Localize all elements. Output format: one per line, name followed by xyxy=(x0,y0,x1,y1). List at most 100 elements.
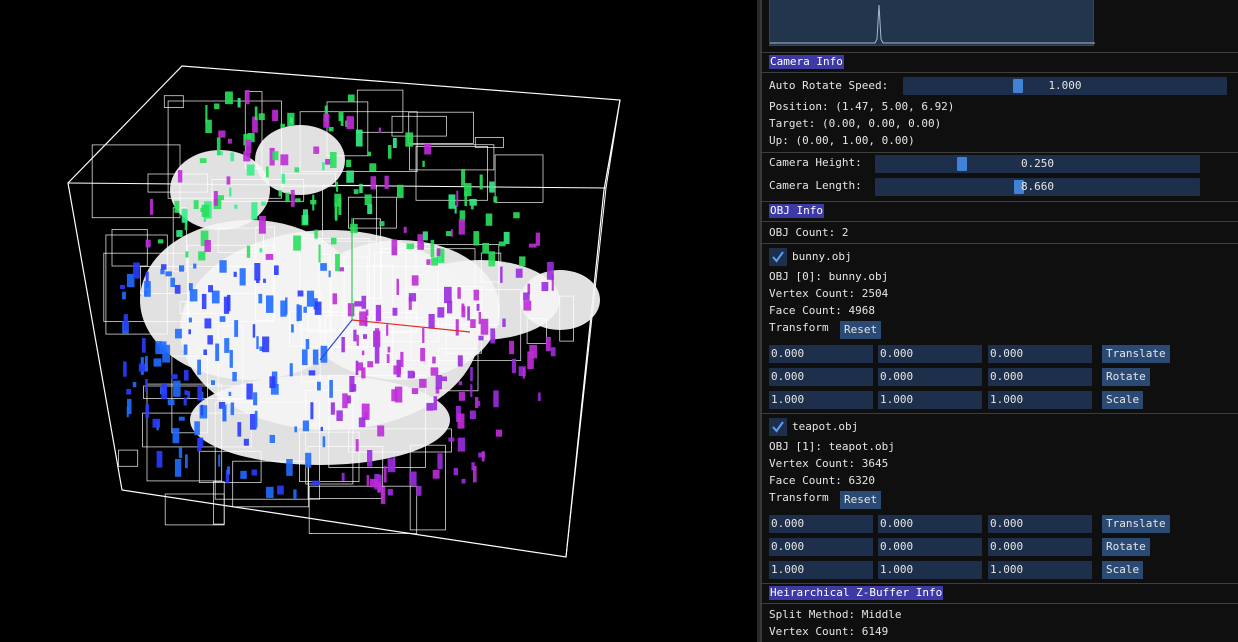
translate-x-input[interactable]: 0.000 xyxy=(769,515,873,533)
mesh-fragment xyxy=(133,262,140,279)
mesh-fragment xyxy=(243,438,249,446)
scale-button[interactable]: Scale xyxy=(1102,561,1144,579)
mesh-fragment xyxy=(193,263,197,269)
bunny-visible-checkbox[interactable] xyxy=(769,248,787,266)
bounding-box-edge xyxy=(67,99,621,189)
mesh-fragment xyxy=(200,404,204,416)
mesh-fragment xyxy=(457,437,466,452)
camera-target: Target: (0.00, 0.00, 0.00) xyxy=(769,117,942,130)
mesh-fragment xyxy=(198,437,204,448)
mesh-fragment xyxy=(219,260,227,273)
scale-z-input[interactable]: 1.000 xyxy=(988,561,1092,579)
camera-length-slider[interactable]: 8.660 xyxy=(875,178,1200,196)
camera-height-slider[interactable]: 0.250 xyxy=(875,155,1200,173)
translate-button[interactable]: Translate xyxy=(1102,345,1170,363)
mesh-fragment xyxy=(156,451,163,468)
mesh-fragment xyxy=(179,265,185,272)
rotate-button[interactable]: Rotate xyxy=(1102,538,1150,556)
mesh-fragment xyxy=(446,231,452,237)
mesh-fragment xyxy=(302,209,308,225)
auto-rotate-slider[interactable]: 1.000 xyxy=(903,77,1227,95)
mesh-fragment xyxy=(310,200,317,205)
mesh-fragment xyxy=(211,380,215,385)
translate-x-input[interactable]: 0.000 xyxy=(769,345,873,363)
translate-z-input[interactable]: 0.000 xyxy=(988,515,1092,533)
mesh-fragment xyxy=(145,239,151,248)
mesh-fragment xyxy=(367,151,372,157)
mesh-fragment xyxy=(314,229,318,239)
octree-cell xyxy=(474,136,504,148)
camera-length-value: 8.660 xyxy=(1020,180,1055,193)
mesh-fragment xyxy=(509,340,514,355)
scale-x-input[interactable]: 1.000 xyxy=(769,391,873,409)
mesh-fragment xyxy=(226,176,231,185)
mesh-fragment xyxy=(187,391,191,399)
mesh-fragment xyxy=(122,291,126,300)
mesh-fragment xyxy=(502,318,506,327)
mesh-fragment xyxy=(207,335,213,345)
mesh-fragment xyxy=(488,251,496,267)
mesh-fragment xyxy=(341,472,345,481)
render-viewport[interactable] xyxy=(0,0,757,642)
camera-up: Up: (0.00, 1.00, 0.00) xyxy=(769,134,915,147)
mesh-fragment xyxy=(550,347,556,357)
mesh-fragment xyxy=(224,338,230,353)
reset-button[interactable]: Reset xyxy=(840,491,882,509)
scale-button[interactable]: Scale xyxy=(1102,391,1144,409)
mesh-fragment xyxy=(228,391,232,396)
separator xyxy=(760,221,1238,222)
rotate-z-input[interactable]: 0.000 xyxy=(988,538,1092,556)
translate-y-input[interactable]: 0.000 xyxy=(878,345,982,363)
mesh-fragment xyxy=(527,351,534,370)
scale-z-input[interactable]: 1.000 xyxy=(988,391,1092,409)
mesh-fragment xyxy=(269,376,276,389)
teapot-checkbox-label[interactable]: teapot.obj xyxy=(792,420,858,434)
mesh-fragment xyxy=(223,296,230,314)
mesh-fragment xyxy=(197,385,203,401)
mesh-fragment xyxy=(433,396,438,411)
rotate-x-input[interactable]: 0.000 xyxy=(769,368,873,386)
translate-y-input[interactable]: 0.000 xyxy=(878,515,982,533)
mesh-fragment xyxy=(237,422,242,437)
obj-info-header[interactable]: OBJ Info xyxy=(769,204,824,218)
mesh-fragment xyxy=(150,199,154,215)
reset-button[interactable]: Reset xyxy=(840,321,882,339)
mesh-fragment xyxy=(165,271,172,277)
mesh-fragment xyxy=(172,428,180,444)
mesh-fragment xyxy=(251,202,258,220)
rotate-y-input[interactable]: 0.000 xyxy=(878,368,982,386)
rotate-button[interactable]: Rotate xyxy=(1102,368,1150,386)
mesh-fragment xyxy=(383,466,387,483)
mesh-fragment xyxy=(145,378,148,392)
rotate-y-input[interactable]: 0.000 xyxy=(878,538,982,556)
frame-time-histogram xyxy=(769,0,1095,46)
bunny-checkbox-label[interactable]: bunny.obj xyxy=(792,250,852,264)
mesh-fragment xyxy=(280,154,289,166)
mesh-fragment xyxy=(305,452,312,468)
scale-y-input[interactable]: 1.000 xyxy=(878,561,982,579)
translate-z-input[interactable]: 0.000 xyxy=(988,345,1092,363)
obj-vertex-count: Vertex Count: 2504 xyxy=(769,287,889,300)
mesh-fragment xyxy=(391,239,398,256)
mesh-fragment xyxy=(174,200,180,213)
teapot-visible-checkbox[interactable] xyxy=(769,418,787,436)
mesh-fragment xyxy=(461,478,466,484)
mesh-fragment xyxy=(174,284,181,294)
mesh-fragment xyxy=(204,240,211,252)
mesh-fragment xyxy=(511,358,516,374)
mesh-fragment xyxy=(370,478,378,488)
mesh-fragment xyxy=(437,453,443,470)
scale-y-input[interactable]: 1.000 xyxy=(878,391,982,409)
hzb-info-header[interactable]: Heirarchical Z-Buffer Info xyxy=(769,586,944,600)
separator xyxy=(760,603,1238,604)
mesh-fragment xyxy=(400,351,404,367)
mesh-fragment xyxy=(470,319,476,328)
rotate-x-input[interactable]: 0.000 xyxy=(769,538,873,556)
mesh-fragment xyxy=(214,103,220,110)
mesh-fragment xyxy=(291,324,294,333)
rotate-z-input[interactable]: 0.000 xyxy=(988,368,1092,386)
camera-info-header[interactable]: Camera Info xyxy=(769,55,844,69)
scale-x-input[interactable]: 1.000 xyxy=(769,561,873,579)
octree-cell xyxy=(494,154,544,203)
translate-button[interactable]: Translate xyxy=(1102,515,1170,533)
